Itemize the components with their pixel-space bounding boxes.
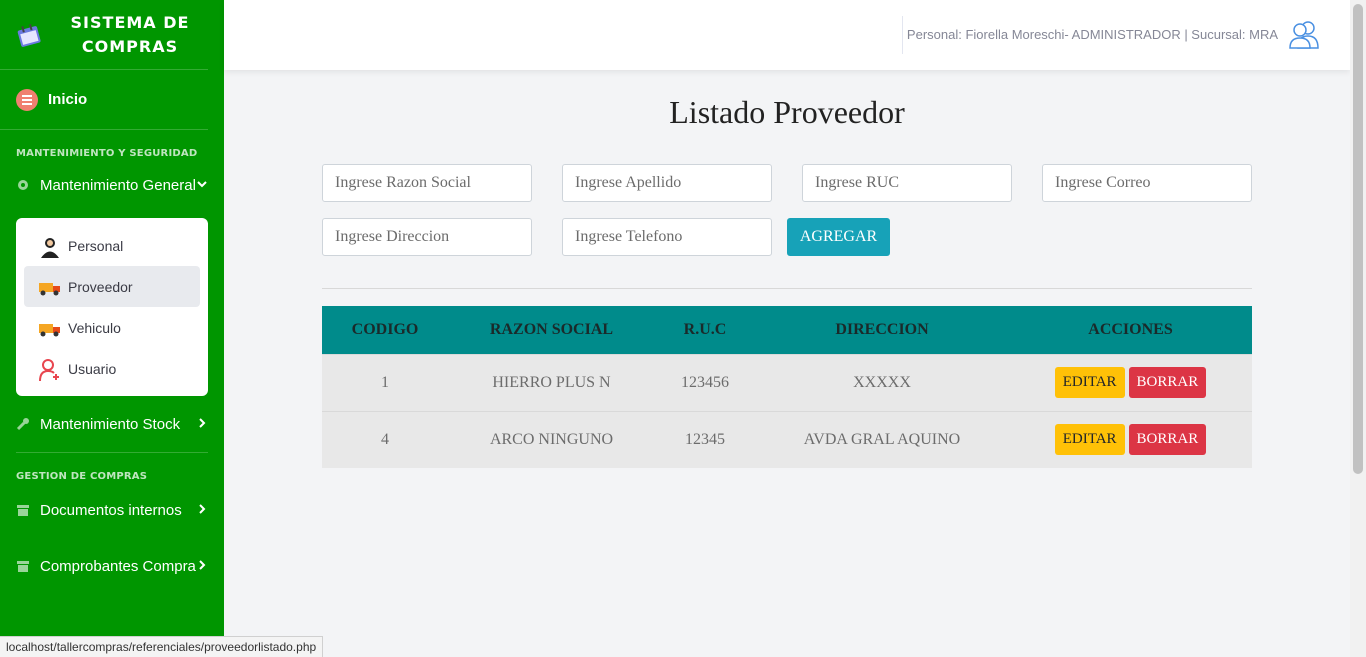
wrench-icon xyxy=(16,417,30,431)
brand-line1: SISTEMA DE xyxy=(70,12,190,32)
calendar-logo-icon xyxy=(16,22,42,48)
topbar-divider xyxy=(902,16,903,54)
telefono-input[interactable] xyxy=(562,218,772,256)
cell-direccion: XXXXX xyxy=(755,353,1009,411)
column-header: CODIGO xyxy=(322,306,448,354)
status-bar-url: localhost/tallercompras/referenciales/pr… xyxy=(0,636,324,657)
user-info[interactable]: Personal: Fiorella Moreschi- ADMINISTRAD… xyxy=(907,18,1320,50)
ruc-input[interactable] xyxy=(802,164,1012,202)
brand[interactable]: SISTEMA DE COMPRAS xyxy=(0,0,208,70)
chevron-right-icon xyxy=(196,416,208,432)
cell-razon-social: HIERRO PLUS N xyxy=(448,353,655,411)
user-info-text: Personal: Fiorella Moreschi- ADMINISTRAD… xyxy=(906,26,1278,42)
agregar-button[interactable]: AGREGAR xyxy=(787,218,890,256)
editar-button[interactable]: EDITAR xyxy=(1054,367,1125,398)
truck-icon xyxy=(38,276,62,298)
sidebar-item-label: Mantenimiento General xyxy=(40,176,196,194)
table-row: 4 ARCO NINGUNO 12345 AVDA GRAL AQUINO ED… xyxy=(322,410,1252,468)
topbar: Personal: Fiorella Moreschi- ADMINISTRAD… xyxy=(224,0,1350,70)
gear-icon xyxy=(16,178,30,192)
sidebar-item-mantenimiento-general[interactable]: Mantenimiento General xyxy=(0,159,224,211)
column-header: R.U.C xyxy=(655,306,755,354)
cell-codigo: 1 xyxy=(322,353,448,411)
borrar-button[interactable]: BORRAR xyxy=(1128,424,1207,456)
submenu-item-label: Personal xyxy=(68,237,124,254)
section-heading: GESTION DE COMPRAS xyxy=(16,471,148,482)
submenu-mantenimiento-general: Personal Proveedor Vehiculo Usuario xyxy=(16,218,208,396)
sidebar-item-label: Documentos internos xyxy=(40,501,182,519)
chevron-right-icon xyxy=(196,558,208,574)
submenu-item-proveedor[interactable]: Proveedor xyxy=(24,266,200,307)
table-header-row: CODIGO RAZON SOCIAL R.U.C DIRECCION ACCI… xyxy=(322,306,1252,354)
correo-input[interactable] xyxy=(1042,164,1252,202)
chevron-down-icon xyxy=(196,177,208,193)
proveedor-table: CODIGO RAZON SOCIAL R.U.C DIRECCION ACCI… xyxy=(322,306,1252,468)
scrollbar-thumb[interactable] xyxy=(1353,4,1363,474)
cell-ruc: 12345 xyxy=(655,410,755,468)
add-user-icon xyxy=(38,358,62,381)
submenu-item-label: Usuario xyxy=(68,360,117,377)
archive-icon xyxy=(16,503,30,517)
sidebar: SISTEMA DE COMPRAS Inicio MANTENIMIENTO … xyxy=(0,0,224,657)
sidebar-item-inicio[interactable]: Inicio xyxy=(0,70,208,130)
avatar-users-icon xyxy=(1288,18,1320,50)
sidebar-item-mantenimiento-stock[interactable]: Mantenimiento Stock xyxy=(0,398,224,450)
section-heading: MANTENIMIENTO Y SEGURIDAD xyxy=(16,148,198,159)
cell-codigo: 4 xyxy=(322,410,448,468)
apellido-input[interactable] xyxy=(562,164,772,202)
submenu-item-personal[interactable]: Personal xyxy=(24,225,200,266)
archive-icon xyxy=(16,559,30,573)
column-header: RAZON SOCIAL xyxy=(448,306,655,354)
editar-button[interactable]: EDITAR xyxy=(1054,424,1125,456)
home-icon xyxy=(16,88,38,111)
borrar-button[interactable]: BORRAR xyxy=(1128,367,1207,398)
sidebar-item-label: Mantenimiento Stock xyxy=(40,415,181,433)
person-icon xyxy=(38,235,62,258)
chevron-right-icon xyxy=(196,502,208,518)
page-title: Listado Proveedor xyxy=(669,94,905,130)
sidebar-item-comprobantes-compra[interactable]: Comprobantes Compra xyxy=(0,538,224,594)
cell-ruc: 123456 xyxy=(655,353,755,411)
table-row: 1 HIERRO PLUS N 123456 XXXXX EDITAR BORRA… xyxy=(322,353,1252,411)
direccion-input[interactable] xyxy=(322,218,532,256)
scrollbar[interactable] xyxy=(1350,0,1366,657)
submenu-item-label: Vehiculo xyxy=(68,319,121,336)
divider xyxy=(322,288,1252,289)
razon-social-input[interactable] xyxy=(322,164,532,202)
cell-direccion: AVDA GRAL AQUINO xyxy=(755,410,1009,468)
sidebar-item-label: Inicio xyxy=(48,91,88,108)
brand-line2: COMPRAS xyxy=(81,36,179,56)
sidebar-item-documentos-internos[interactable]: Documentos internos xyxy=(0,482,224,538)
truck-icon xyxy=(38,317,62,339)
column-header: ACCIONES xyxy=(1009,306,1252,354)
column-header: DIRECCION xyxy=(755,306,1009,354)
cell-razon-social: ARCO NINGUNO xyxy=(448,410,655,468)
submenu-item-usuario[interactable]: Usuario xyxy=(24,348,200,389)
submenu-item-vehiculo[interactable]: Vehiculo xyxy=(24,307,200,348)
cell-acciones: EDITAR BORRAR xyxy=(1009,353,1252,411)
cell-acciones: EDITAR BORRAR xyxy=(1009,410,1252,468)
submenu-item-label: Proveedor xyxy=(68,278,133,295)
sidebar-item-label: Comprobantes Compra xyxy=(40,557,196,575)
